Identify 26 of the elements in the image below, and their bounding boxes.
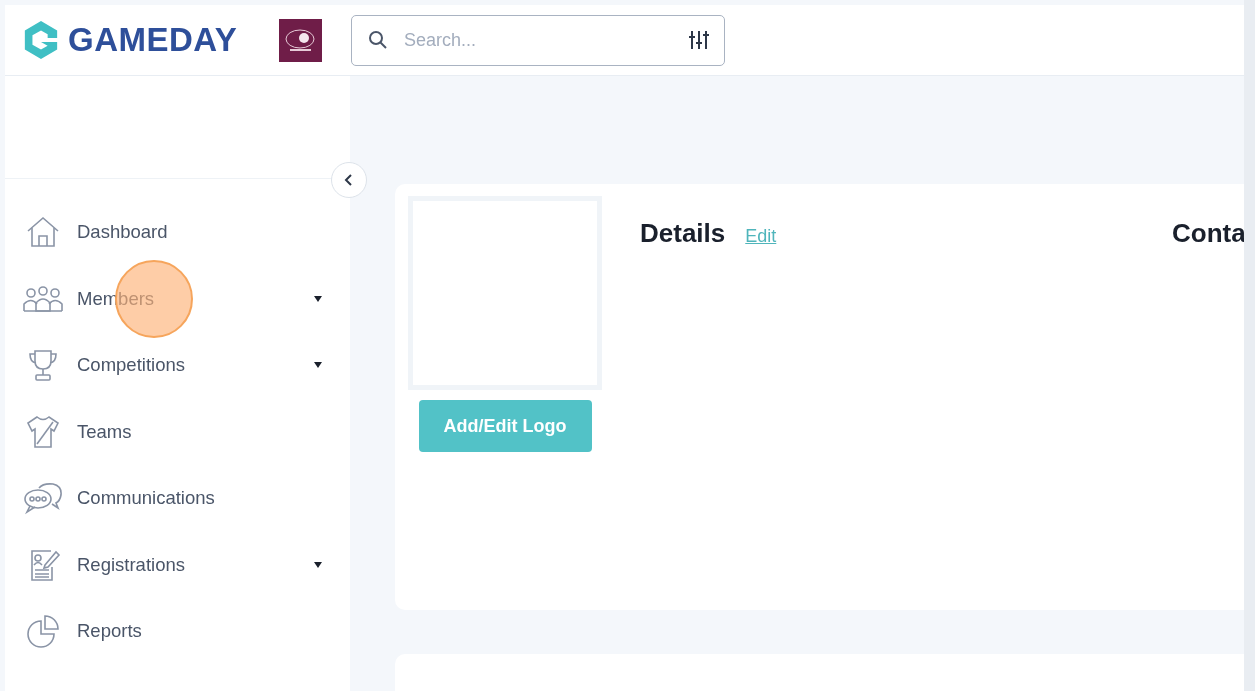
brand-name: GAMEDAY bbox=[68, 21, 238, 59]
sidebar-item-label: Members bbox=[77, 287, 156, 310]
sidebar-item-label: Communications bbox=[77, 487, 216, 510]
club-logo-icon[interactable] bbox=[279, 18, 322, 62]
section-title: Conta bbox=[1172, 218, 1246, 249]
sidebar-item[interactable]: Competitions bbox=[5, 332, 350, 399]
chevron-left-icon bbox=[343, 174, 355, 186]
sidebar-item[interactable]: Communications bbox=[5, 465, 350, 532]
sidebar-item-label: Teams bbox=[77, 420, 133, 443]
search-icon bbox=[368, 30, 388, 50]
section-title: Details bbox=[640, 218, 726, 249]
search-input[interactable]: Search... bbox=[402, 28, 674, 52]
sidebar-item-label: Competitions bbox=[77, 354, 186, 377]
filter-sliders-icon[interactable] bbox=[688, 29, 710, 51]
collapse-button[interactable] bbox=[331, 162, 367, 198]
sidebar-item[interactable]: Teams bbox=[5, 398, 350, 465]
sidebar-item[interactable]: Reports bbox=[5, 598, 350, 665]
sidebar-item[interactable]: Members bbox=[5, 265, 350, 332]
search-bar[interactable]: Search... bbox=[351, 14, 725, 66]
sidebar-item[interactable]: Registrations bbox=[5, 531, 350, 598]
sidebar-item-label: Reports bbox=[77, 620, 143, 643]
sidebar-item-label: Dashboard bbox=[77, 221, 169, 244]
hexagon-logo-icon bbox=[22, 19, 60, 61]
sidebar-item-label: Registrations bbox=[77, 553, 186, 576]
speech-bubbles-icon bbox=[23, 480, 63, 517]
sidebar-item[interactable]: Dashboard bbox=[5, 199, 350, 266]
